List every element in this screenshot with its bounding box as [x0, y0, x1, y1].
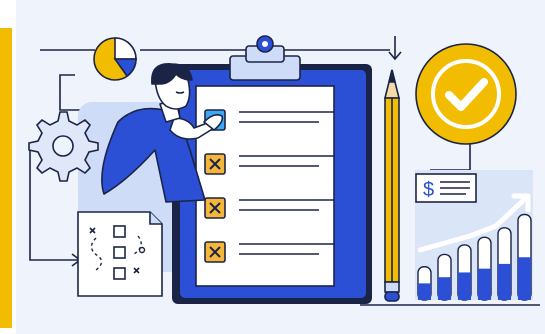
checkmark-badge-icon	[415, 43, 517, 145]
scene: $	[28, 35, 540, 306]
illustration: $	[0, 0, 545, 334]
dollar-sign: $	[423, 179, 434, 201]
chart-bar	[517, 213, 532, 301]
pencil-icon	[383, 69, 401, 302]
chart-bar	[437, 253, 452, 301]
tactics-plan-icon	[77, 211, 163, 297]
clipboard	[172, 35, 372, 304]
chart-bar	[477, 236, 492, 301]
pie-chart-icon	[93, 37, 137, 81]
chart-bar	[417, 266, 432, 301]
gear-icon	[28, 111, 99, 182]
chart-bar	[497, 227, 512, 301]
chart-bar	[457, 244, 472, 301]
dollar-card-icon: $	[415, 173, 477, 203]
